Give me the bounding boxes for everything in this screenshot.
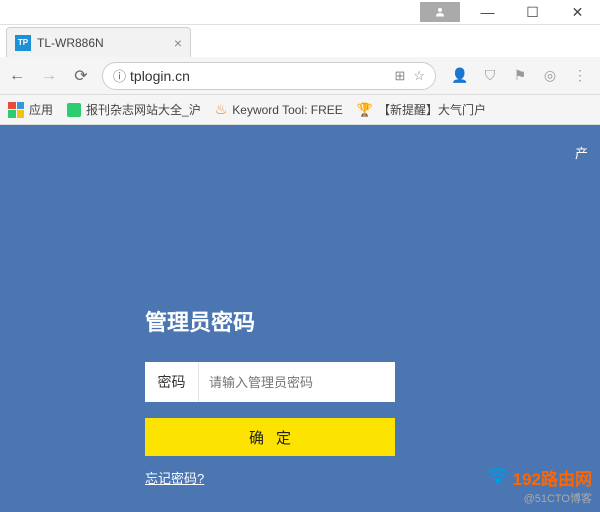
login-panel: 管理员密码 密码 确定 忘记密码?: [145, 305, 395, 488]
bookmark-item-1[interactable]: 报刊杂志网站大全_沪: [67, 101, 201, 118]
extension-shield-icon[interactable]: ⛉: [480, 66, 500, 86]
bookmark-item-2[interactable]: ♨ Keyword Tool: FREE: [215, 101, 343, 118]
extension-flag-icon[interactable]: ⚑: [510, 66, 530, 86]
browser-menu-button[interactable]: ⋮: [570, 66, 590, 86]
page-title: 管理员密码: [145, 305, 395, 337]
favicon-icon: TP: [15, 35, 31, 51]
wifi-icon: [487, 466, 509, 489]
extensions-area: 👤 ⛉ ⚑ ◎ ⋮: [446, 66, 594, 86]
forward-button[interactable]: →: [38, 65, 60, 87]
apps-shortcut[interactable]: 应用: [8, 101, 53, 118]
maximize-button[interactable]: ☐: [510, 0, 555, 24]
url-text: tplogin.cn: [130, 68, 190, 84]
tab-bar: TP TL-WR886N ×: [0, 25, 600, 57]
bookmarks-bar: 应用 报刊杂志网站大全_沪 ♨ Keyword Tool: FREE 🏆 【新提…: [0, 95, 600, 125]
back-button[interactable]: ←: [6, 65, 28, 87]
password-row: 密码: [145, 362, 395, 402]
tab-close-button[interactable]: ×: [174, 35, 182, 51]
minimize-button[interactable]: —: [465, 0, 510, 24]
password-label: 密码: [145, 362, 199, 402]
close-window-button[interactable]: ✕: [555, 0, 600, 24]
extension-disc-icon[interactable]: ◎: [540, 66, 560, 86]
bookmark-star-icon[interactable]: ☆: [413, 68, 425, 84]
browser-tab[interactable]: TP TL-WR886N ×: [6, 27, 191, 57]
address-bar: ← → ⟳ ⓘ tplogin.cn ⊞ ☆ 👤 ⛉ ⚑ ◎ ⋮: [0, 57, 600, 95]
tab-title: TL-WR886N: [37, 36, 104, 50]
bookmark-item-3[interactable]: 🏆 【新提醒】大气门户: [357, 101, 486, 118]
top-right-link[interactable]: 产: [575, 143, 588, 162]
submit-button[interactable]: 确定: [145, 418, 395, 456]
qr-icon[interactable]: ⊞: [394, 68, 405, 84]
forgot-password-link[interactable]: 忘记密码?: [145, 468, 204, 487]
user-account-button[interactable]: [420, 2, 460, 22]
reload-button[interactable]: ⟳: [70, 65, 92, 87]
bookmark-label: Keyword Tool: FREE: [232, 103, 343, 117]
url-box[interactable]: ⓘ tplogin.cn ⊞ ☆: [102, 62, 436, 90]
site-info-icon[interactable]: ⓘ: [113, 66, 126, 85]
bookmark-favicon-icon: [67, 103, 81, 117]
apps-grid-icon: [8, 102, 24, 118]
watermark-brand: 192路由网: [513, 465, 592, 490]
window-titlebar: — ☐ ✕: [0, 0, 600, 25]
trophy-icon: 🏆: [357, 102, 373, 118]
bookmark-label: 【新提醒】大气门户: [378, 101, 486, 118]
apps-label: 应用: [29, 101, 53, 118]
password-input[interactable]: [199, 362, 395, 402]
watermark-sub: @51CTO博客: [487, 490, 592, 506]
extension-person-icon[interactable]: 👤: [450, 66, 470, 86]
flame-icon: ♨: [215, 101, 228, 118]
watermark: 192路由网 @51CTO博客: [487, 465, 592, 506]
bookmark-label: 报刊杂志网站大全_沪: [86, 101, 201, 118]
page-content: 产 管理员密码 密码 确定 忘记密码? 192路由网 @51CTO博客: [0, 125, 600, 512]
